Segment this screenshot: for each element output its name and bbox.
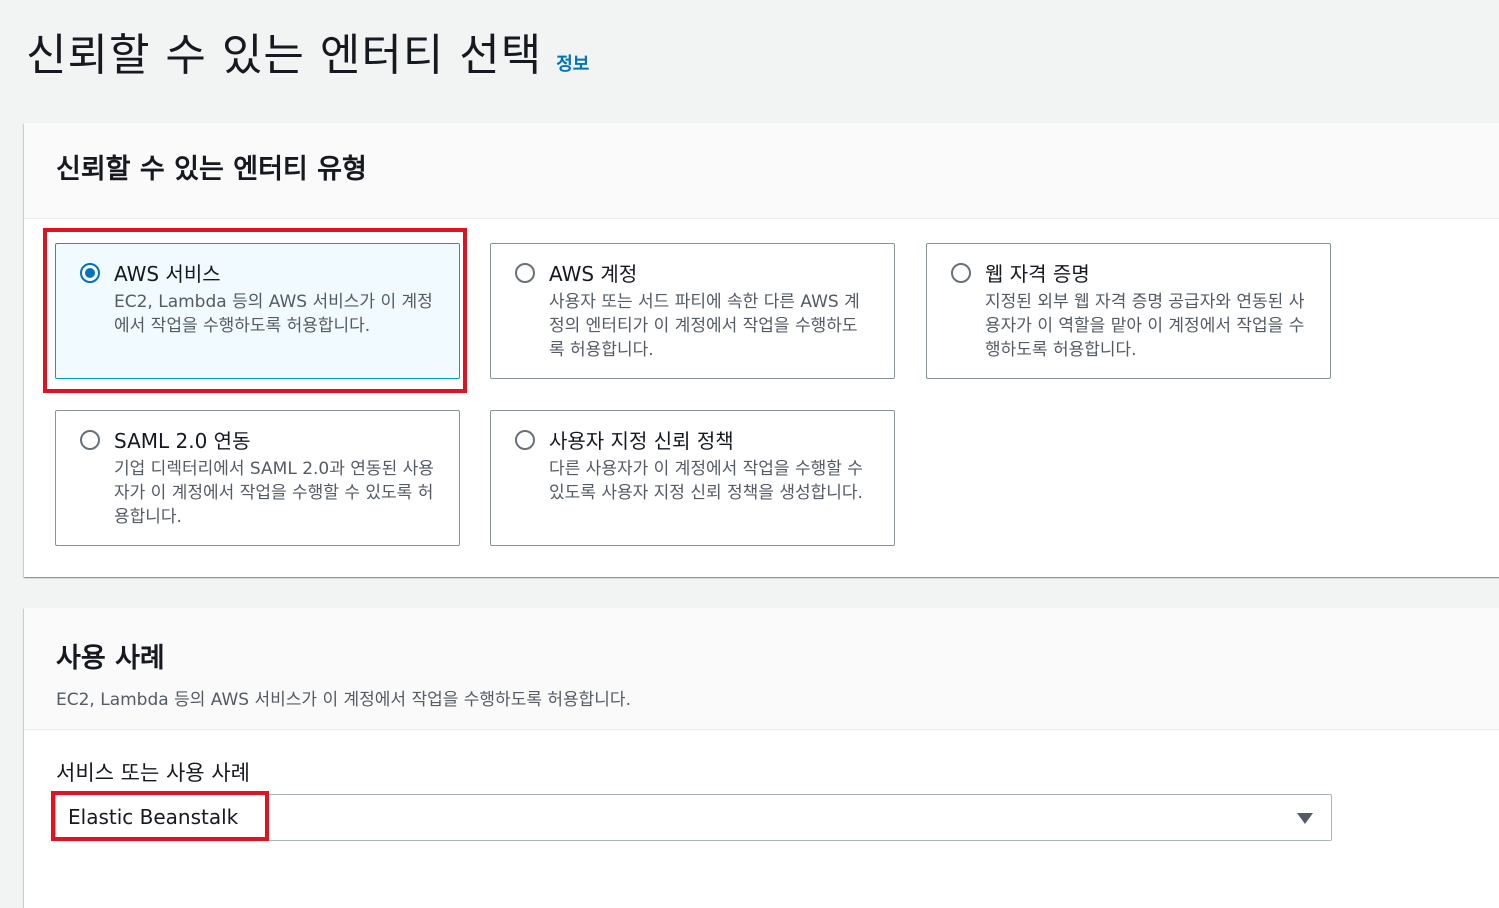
tile-title: AWS 계정 [549, 262, 638, 286]
tile-title: AWS 서비스 [114, 262, 221, 286]
service-select[interactable]: Elastic Beanstalk [55, 794, 1332, 841]
tile-description: 사용자 또는 서드 파티에 속한 다른 AWS 계정의 엔터티가 이 계정에서 … [549, 292, 860, 360]
tile-description: 다른 사용자가 이 계정에서 작업을 수행할 수 있도록 사용자 지정 신뢰 정… [549, 459, 863, 503]
tile-custom-trust-policy[interactable]: 사용자 지정 신뢰 정책 다른 사용자가 이 계정에서 작업을 수행할 수 있도… [490, 410, 895, 546]
trusted-entity-panel-title: 신뢰할 수 있는 엔터티 유형 [56, 154, 367, 185]
radio-web-identity[interactable] [951, 263, 971, 283]
info-link[interactable]: 정보 [556, 50, 589, 76]
tile-saml-federation[interactable]: SAML 2.0 연동 기업 디렉터리에서 SAML 2.0과 연동된 사용자가… [55, 410, 460, 546]
service-field-label: 서비스 또는 사용 사례 [56, 761, 250, 785]
tile-description: 지정된 외부 웹 자격 증명 공급자와 연동된 사용자가 이 역할을 맡아 이 … [985, 292, 1305, 360]
tile-description: EC2, Lambda 등의 AWS 서비스가 이 계정에서 작업을 수행하도록… [114, 292, 433, 336]
radio-custom-trust-policy[interactable] [515, 430, 535, 450]
page-title: 신뢰할 수 있는 엔터티 선택 [26, 30, 543, 81]
caret-down-icon [1297, 813, 1313, 824]
tile-web-identity[interactable]: 웹 자격 증명 지정된 외부 웹 자격 증명 공급자와 연동된 사용자가 이 역… [926, 243, 1331, 379]
radio-aws-service[interactable] [80, 263, 100, 283]
trusted-entity-panel-header: 신뢰할 수 있는 엔터티 유형 [24, 123, 1499, 219]
tile-title: SAML 2.0 연동 [114, 429, 251, 453]
radio-saml-federation[interactable] [80, 430, 100, 450]
tile-title: 웹 자격 증명 [985, 262, 1090, 286]
tile-aws-service[interactable]: AWS 서비스 EC2, Lambda 등의 AWS 서비스가 이 계정에서 작… [55, 243, 460, 379]
service-select-value: Elastic Beanstalk [68, 805, 239, 829]
radio-aws-account[interactable] [515, 263, 535, 283]
use-case-panel-header: 사용 사례 EC2, Lambda 등의 AWS 서비스가 이 계정에서 작업을… [24, 608, 1499, 730]
page-header: 신뢰할 수 있는 엔터티 선택 정보 [26, 30, 589, 83]
use-case-panel-title: 사용 사례 [56, 643, 165, 674]
use-case-panel-description: EC2, Lambda 등의 AWS 서비스가 이 계정에서 작업을 수행하도록… [56, 690, 631, 710]
tile-description: 기업 디렉터리에서 SAML 2.0과 연동된 사용자가 이 계정에서 작업을 … [114, 459, 434, 527]
tile-aws-account[interactable]: AWS 계정 사용자 또는 서드 파티에 속한 다른 AWS 계정의 엔터티가 … [490, 243, 895, 379]
tile-title: 사용자 지정 신뢰 정책 [549, 429, 734, 453]
